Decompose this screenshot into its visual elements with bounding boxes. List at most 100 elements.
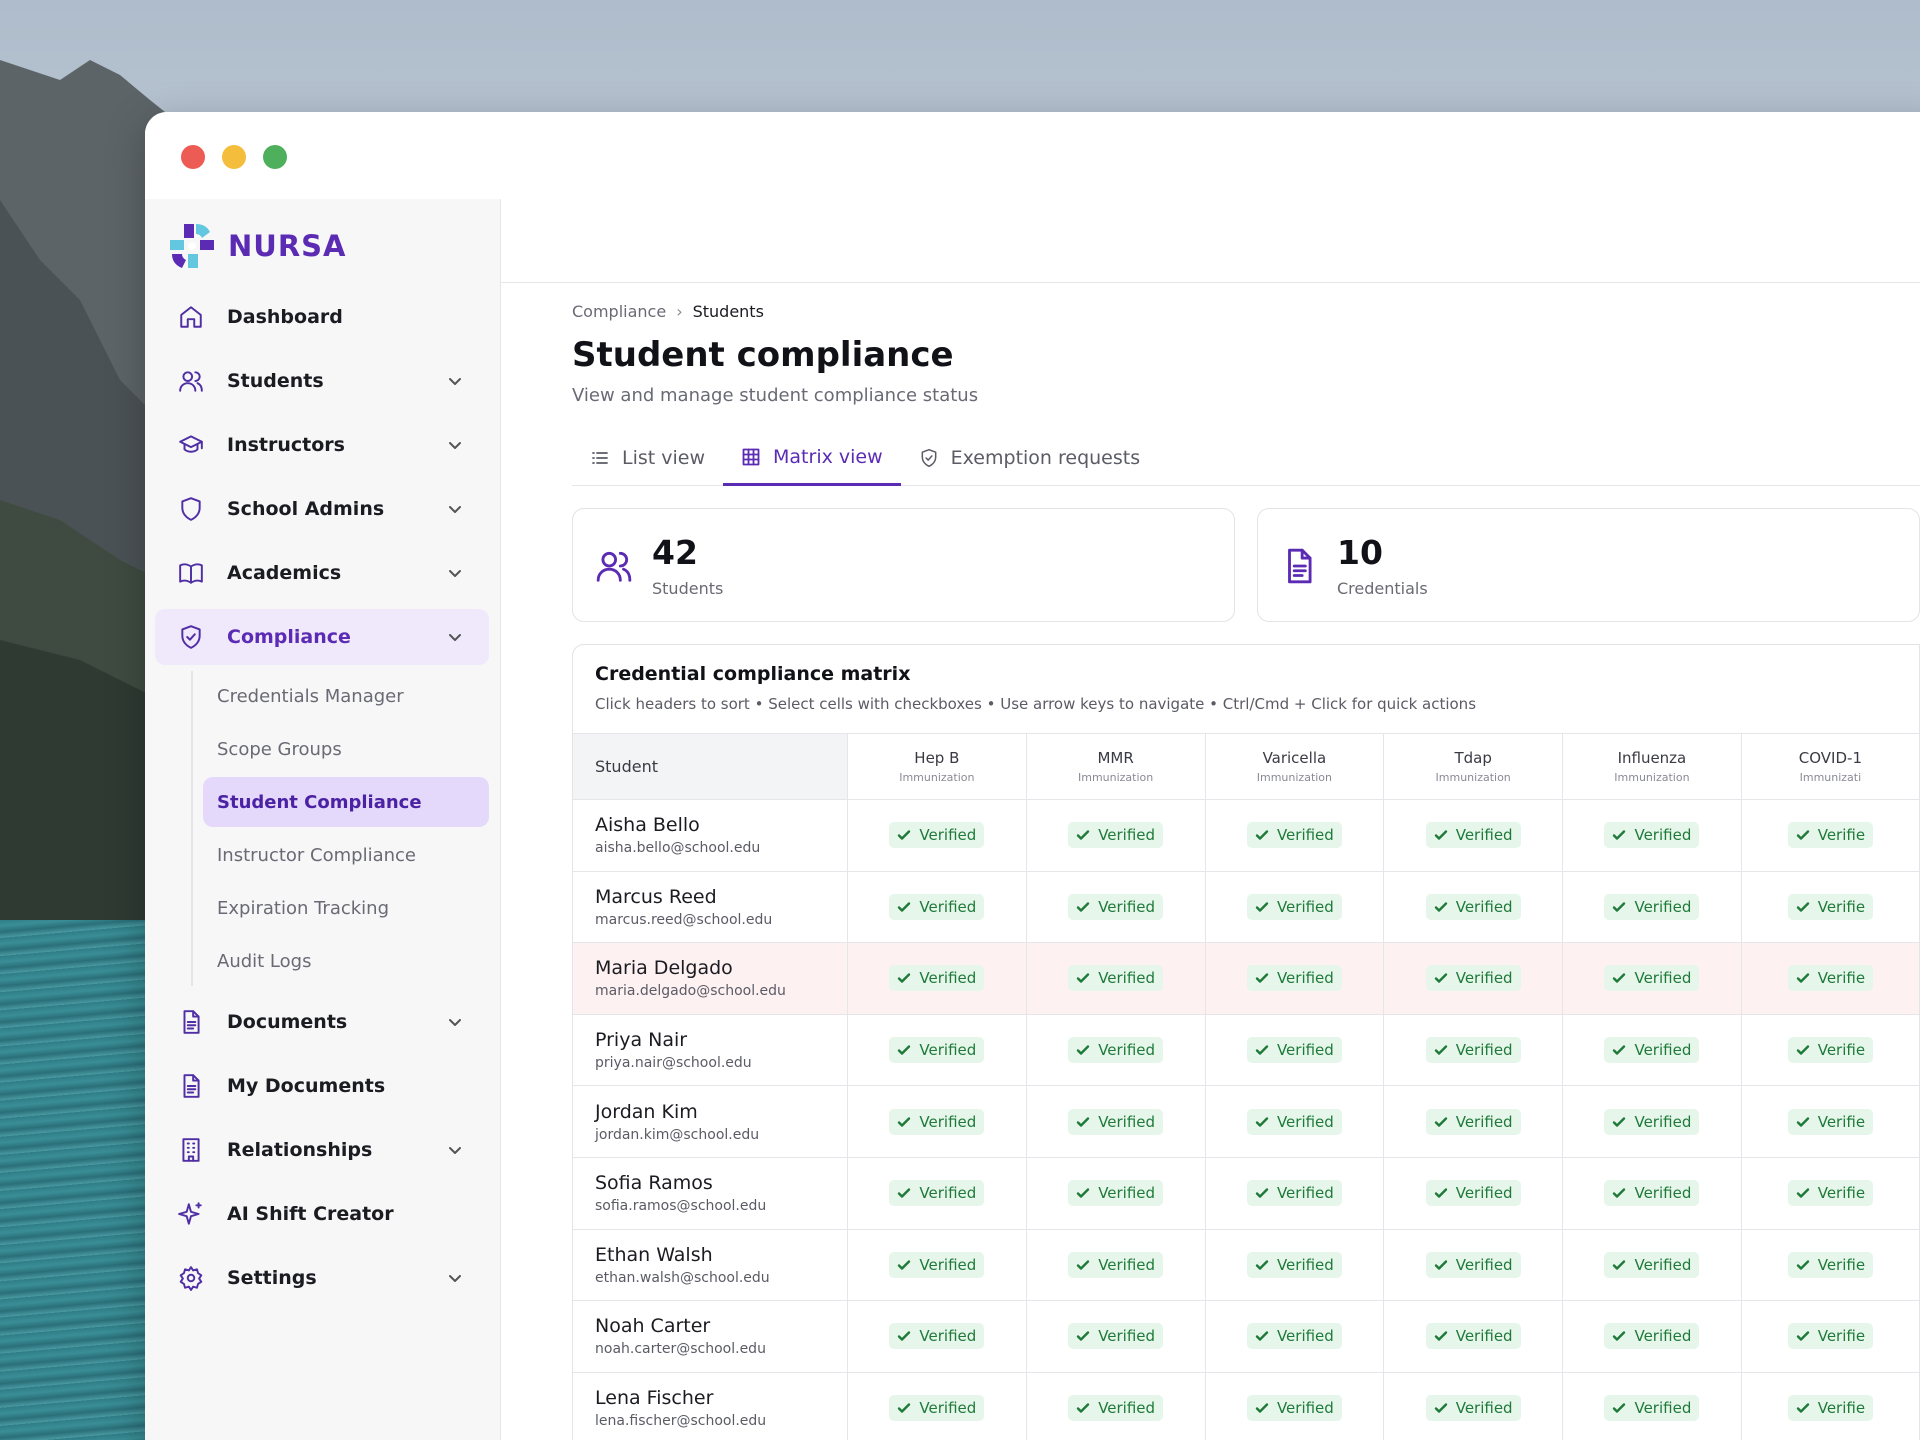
table-row[interactable]: Lena Fischer lena.fischer@school.edu Verif…	[573, 1371, 1919, 1440]
credential-status-cell[interactable]: Verified	[1383, 942, 1564, 1015]
student-cell[interactable]: Priya Nair priya.nair@school.edu	[573, 1013, 848, 1086]
verified-badge[interactable]: Verified	[1068, 822, 1164, 849]
subnav-item-expiration-tracking[interactable]: Expiration Tracking	[203, 883, 489, 933]
tab-exemption-requests[interactable]: Exemption requests	[901, 430, 1158, 486]
verified-badge[interactable]: Verified	[889, 965, 985, 992]
subnav-item-credentials-manager[interactable]: Credentials Manager	[203, 671, 489, 721]
verified-badge[interactable]: Verifie	[1787, 965, 1874, 992]
credential-status-cell[interactable]: Verified	[1205, 1371, 1385, 1440]
verified-badge[interactable]: Verified	[1246, 1108, 1342, 1135]
verified-badge[interactable]: Verified	[1604, 893, 1700, 920]
verified-badge[interactable]: Verified	[889, 1108, 985, 1135]
credential-status-cell[interactable]: Verified	[1562, 1228, 1742, 1301]
verified-badge[interactable]: Verified	[1425, 1251, 1521, 1278]
verified-badge[interactable]: Verified	[1604, 1395, 1700, 1422]
verified-badge[interactable]: Verified	[1604, 965, 1700, 992]
credential-status-cell[interactable]: Verified	[1026, 1085, 1206, 1158]
verified-badge[interactable]: Verified	[1604, 822, 1700, 849]
credential-status-cell[interactable]: Verified	[847, 1013, 1027, 1086]
credential-status-cell[interactable]: Verifie	[1741, 870, 1919, 943]
verified-badge[interactable]: Verified	[1246, 1037, 1342, 1064]
verified-badge[interactable]: Verified	[1425, 1395, 1521, 1422]
credential-status-cell[interactable]: Verified	[847, 1228, 1027, 1301]
verified-badge[interactable]: Verified	[889, 1395, 985, 1422]
credential-status-cell[interactable]: Verifie	[1741, 1228, 1919, 1301]
sidebar-item-dashboard[interactable]: Dashboard	[155, 289, 489, 345]
verified-badge[interactable]: Verified	[889, 1251, 985, 1278]
column-header-credential[interactable]: Varicella Immunization	[1205, 733, 1385, 800]
credential-status-cell[interactable]: Verified	[1562, 1156, 1742, 1230]
verified-badge[interactable]: Verified	[1068, 1323, 1164, 1350]
table-row[interactable]: Marcus Reed marcus.reed@school.edu Verifie…	[573, 870, 1919, 943]
verified-badge[interactable]: Verified	[1246, 965, 1342, 992]
table-row[interactable]: Jordan Kim jordan.kim@school.edu Verified V…	[573, 1085, 1919, 1158]
verified-badge[interactable]: Verifie	[1787, 1323, 1874, 1350]
verified-badge[interactable]: Verified	[1425, 965, 1521, 992]
credential-status-cell[interactable]: Verifie	[1741, 1300, 1919, 1373]
verified-badge[interactable]: Verified	[1068, 1037, 1164, 1064]
credential-status-cell[interactable]: Verified	[1383, 1013, 1564, 1086]
student-cell[interactable]: Ethan Walsh ethan.walsh@school.edu	[573, 1228, 848, 1301]
credential-status-cell[interactable]: Verified	[1205, 1228, 1385, 1301]
credential-status-cell[interactable]: Verified	[1205, 1156, 1385, 1230]
column-header-student[interactable]: Student	[573, 733, 848, 800]
sidebar-item-school-admins[interactable]: School Admins	[155, 481, 489, 537]
credential-status-cell[interactable]: Verified	[847, 1156, 1027, 1230]
subnav-item-scope-groups[interactable]: Scope Groups	[203, 724, 489, 774]
credential-status-cell[interactable]: Verified	[1383, 799, 1564, 872]
verified-badge[interactable]: Verifie	[1787, 1251, 1874, 1278]
credential-status-cell[interactable]: Verified	[847, 799, 1027, 872]
sidebar-item-ai-shift-creator[interactable]: AI Shift Creator	[155, 1186, 489, 1242]
credential-status-cell[interactable]: Verified	[1026, 1228, 1206, 1301]
minimize-window-button[interactable]	[222, 145, 246, 169]
tab-matrix-view[interactable]: Matrix view	[723, 430, 901, 486]
verified-badge[interactable]: Verifie	[1787, 1108, 1874, 1135]
credential-status-cell[interactable]: Verified	[1383, 1228, 1564, 1301]
student-cell[interactable]: Jordan Kim jordan.kim@school.edu	[573, 1085, 848, 1158]
subnav-item-student-compliance[interactable]: Student Compliance	[203, 777, 489, 827]
verified-badge[interactable]: Verified	[889, 822, 985, 849]
student-cell[interactable]: Lena Fischer lena.fischer@school.edu	[573, 1371, 848, 1440]
close-window-button[interactable]	[181, 145, 205, 169]
credential-status-cell[interactable]: Verifie	[1741, 1085, 1919, 1158]
verified-badge[interactable]: Verifie	[1787, 893, 1874, 920]
sidebar-item-relationships[interactable]: Relationships	[155, 1122, 489, 1178]
subnav-item-audit-logs[interactable]: Audit Logs	[203, 936, 489, 986]
credential-status-cell[interactable]: Verified	[847, 942, 1027, 1015]
subnav-item-instructor-compliance[interactable]: Instructor Compliance	[203, 830, 489, 880]
verified-badge[interactable]: Verifie	[1787, 1180, 1874, 1207]
credential-status-cell[interactable]: Verified	[1205, 1300, 1385, 1373]
sidebar-item-compliance[interactable]: Compliance	[155, 609, 489, 665]
verified-badge[interactable]: Verified	[1246, 1395, 1342, 1422]
sidebar-item-settings[interactable]: Settings	[155, 1250, 489, 1306]
credential-status-cell[interactable]: Verified	[1383, 870, 1564, 943]
credential-status-cell[interactable]: Verified	[1026, 1300, 1206, 1373]
verified-badge[interactable]: Verified	[1425, 893, 1521, 920]
credential-status-cell[interactable]: Verifie	[1741, 1371, 1919, 1440]
credential-status-cell[interactable]: Verified	[1383, 1371, 1564, 1440]
column-header-credential[interactable]: COVID-1 Immunizati	[1741, 733, 1919, 800]
credential-status-cell[interactable]: Verified	[1562, 1013, 1742, 1086]
table-row[interactable]: Noah Carter noah.carter@school.edu Verifie…	[573, 1300, 1919, 1373]
table-row[interactable]: Aisha Bello aisha.bello@school.edu Verifie…	[573, 799, 1919, 872]
credential-status-cell[interactable]: Verifie	[1741, 942, 1919, 1015]
verified-badge[interactable]: Verified	[1246, 1180, 1342, 1207]
student-cell[interactable]: Aisha Bello aisha.bello@school.edu	[573, 799, 848, 872]
column-header-credential[interactable]: Hep B Immunization	[847, 733, 1027, 800]
verified-badge[interactable]: Verified	[1425, 1180, 1521, 1207]
verified-badge[interactable]: Verified	[1246, 893, 1342, 920]
credential-status-cell[interactable]: Verified	[1205, 1085, 1385, 1158]
credential-status-cell[interactable]: Verifie	[1741, 799, 1919, 872]
verified-badge[interactable]: Verified	[889, 1323, 985, 1350]
verified-badge[interactable]: Verified	[1068, 965, 1164, 992]
credential-status-cell[interactable]: Verified	[1026, 1156, 1206, 1230]
verified-badge[interactable]: Verified	[1604, 1323, 1700, 1350]
verified-badge[interactable]: Verifie	[1787, 1395, 1874, 1422]
verified-badge[interactable]: Verified	[1425, 1323, 1521, 1350]
table-row[interactable]: Ethan Walsh ethan.walsh@school.edu Verifie…	[573, 1228, 1919, 1301]
verified-badge[interactable]: Verified	[1425, 1037, 1521, 1064]
column-header-credential[interactable]: Influenza Immunization	[1562, 733, 1742, 800]
credential-status-cell[interactable]: Verified	[1383, 1156, 1564, 1230]
verified-badge[interactable]: Verifie	[1787, 1037, 1874, 1064]
column-header-credential[interactable]: MMR Immunization	[1026, 733, 1206, 800]
